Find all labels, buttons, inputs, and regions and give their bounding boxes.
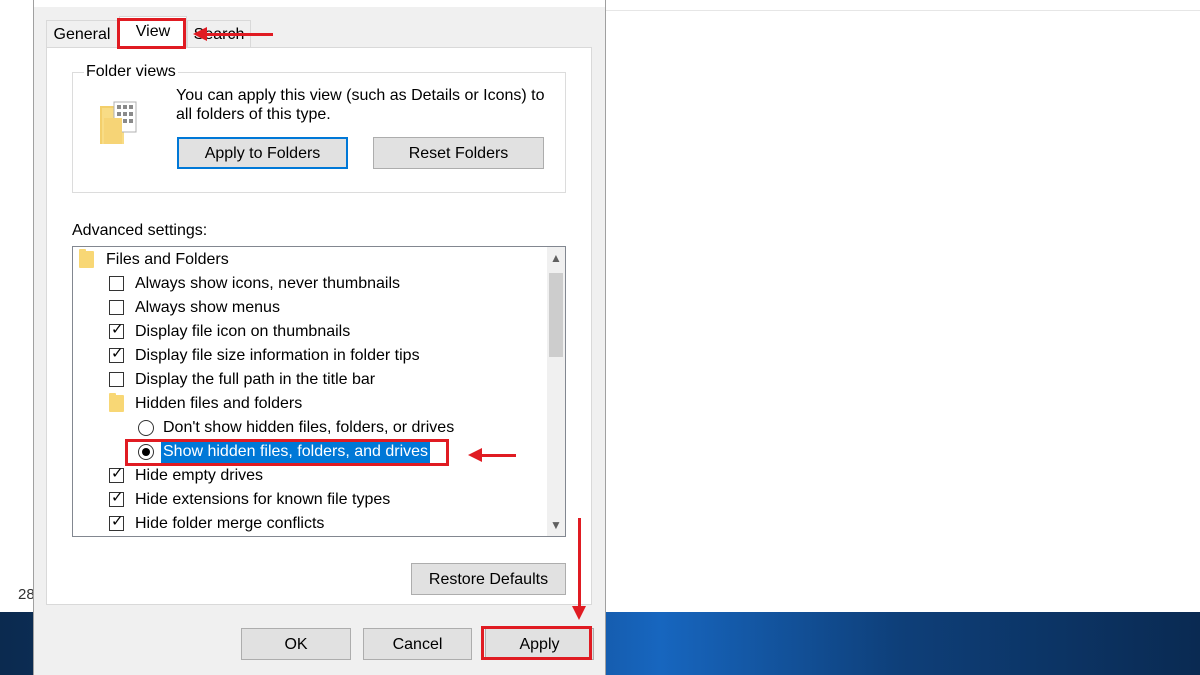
folder-views-description: You can apply this view (such as Details… xyxy=(176,87,545,123)
view-tab-highlight xyxy=(117,18,186,49)
option-label: Hide extensions for known file types xyxy=(135,491,391,508)
checkbox[interactable] xyxy=(109,276,124,291)
option-label: Display the full path in the title bar xyxy=(135,371,376,388)
tab-general[interactable]: General xyxy=(46,20,118,47)
tree-scrollbar[interactable]: ▲ ▼ xyxy=(547,247,565,536)
option-label: Display file icon on thumbnails xyxy=(135,323,351,340)
checkbox[interactable] xyxy=(109,300,124,315)
advanced-settings-label: Advanced settings: xyxy=(72,222,208,239)
apply-arrow-line xyxy=(578,518,581,608)
option-label: Display file size information in folder … xyxy=(135,347,420,364)
folder-views-legend: Folder views xyxy=(84,63,178,81)
explorer-header-line xyxy=(605,10,1200,11)
reset-folders-button[interactable]: Reset Folders xyxy=(373,137,544,169)
tree-item-label: Files and Folders xyxy=(106,251,229,268)
option-label: Always show icons, never thumbnails xyxy=(135,275,401,292)
option-label: Don't show hidden files, folders, or dri… xyxy=(163,419,455,436)
scroll-up-icon[interactable]: ▲ xyxy=(547,249,565,267)
arrow-left-icon xyxy=(193,27,207,41)
folder-views-icon xyxy=(100,101,137,144)
show-hidden-arrow-line xyxy=(482,454,516,457)
show-hidden-highlight xyxy=(125,439,449,466)
advanced-settings-tree[interactable]: Files and Folders Always show icons, nev… xyxy=(72,246,566,537)
option-label: Hide empty drives xyxy=(135,467,264,484)
dialog-title-bar xyxy=(34,0,605,7)
checkbox-checked[interactable]: ✓ xyxy=(109,321,124,339)
scroll-down-icon[interactable]: ▼ xyxy=(547,516,565,534)
restore-defaults-button[interactable]: Restore Defaults xyxy=(411,563,566,595)
folder-icon xyxy=(79,249,94,268)
checkbox[interactable] xyxy=(109,372,124,387)
apply-to-folders-button[interactable]: Apply to Folders xyxy=(177,137,348,169)
apply-button-highlight xyxy=(481,626,592,660)
folder-icon xyxy=(109,393,124,412)
checkmark-icon: ✓ xyxy=(111,489,124,506)
radio-button[interactable] xyxy=(138,420,154,436)
checkmark-icon: ✓ xyxy=(111,513,124,530)
checkmark-icon: ✓ xyxy=(111,345,124,362)
checkmark-icon: ✓ xyxy=(111,321,124,338)
arrow-left-icon xyxy=(468,448,482,462)
tree-item-label: Hidden files and folders xyxy=(135,395,303,412)
folder-options-dialog: General Search View Folder views You can… xyxy=(33,0,606,675)
checkbox-checked[interactable]: ✓ xyxy=(109,345,124,363)
ok-button[interactable]: OK xyxy=(241,628,351,660)
scroll-thumb[interactable] xyxy=(549,273,563,357)
checkbox-checked[interactable]: ✓ xyxy=(109,513,124,531)
arrow-down-icon xyxy=(572,606,586,620)
view-tab-arrow-line xyxy=(205,33,273,36)
cancel-button[interactable]: Cancel xyxy=(363,628,472,660)
checkbox-checked[interactable]: ✓ xyxy=(109,489,124,507)
checkmark-icon: ✓ xyxy=(111,465,124,482)
option-label: Always show menus xyxy=(135,299,280,316)
option-label: Hide folder merge conflicts xyxy=(135,515,325,532)
checkbox-checked[interactable]: ✓ xyxy=(109,465,124,483)
